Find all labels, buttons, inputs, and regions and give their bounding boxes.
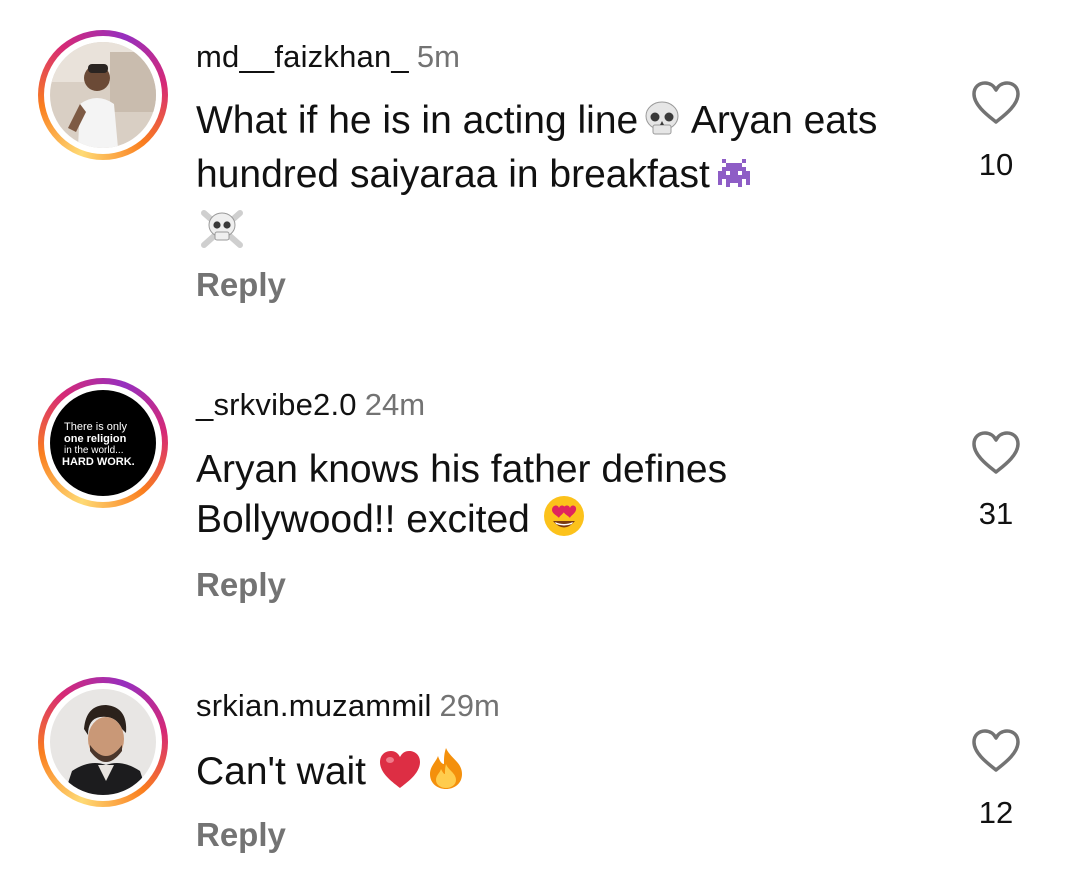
alien-monster-emoji [714,153,754,205]
heart-outline-icon [972,81,1020,124]
comment-text-part: What if he is in acting line [196,99,639,142]
comment-meta: srkian.muzammil 29m [196,686,500,726]
avatar-story-ring[interactable]: There is only one religion in the world.… [38,378,168,508]
heart-outline-icon [972,729,1020,772]
avatar-quote-image: There is only one religion in the world.… [50,390,156,496]
comment-meta: _srkvibe2.0 24m [196,385,425,425]
heart-eyes-emoji [542,494,586,550]
comment-text-part: Aryan knows his father defines Bollywood… [196,448,728,541]
like-button[interactable] [966,728,1026,774]
username[interactable]: _srkvibe2.0 [196,387,357,422]
avatar[interactable] [50,42,156,148]
like-count: 31 [978,496,1014,531]
avatar-quote-line: one religion [64,433,127,445]
red-heart-emoji [378,750,422,802]
reply-button[interactable]: Reply [196,565,286,605]
comment-meta: md__faizkhan_ 5m [196,37,460,77]
like-button[interactable] [966,430,1026,476]
skull-crossbones-emoji [196,205,248,263]
avatar-photo [50,689,156,795]
skull-emoji [642,99,682,151]
avatar-story-ring[interactable] [38,677,168,807]
like-count: 12 [978,795,1014,830]
reply-button[interactable]: Reply [196,815,286,855]
timestamp: 29m [439,688,500,723]
avatar-quote-line: in the world... [64,445,123,456]
like-count: 10 [978,147,1014,182]
like-button[interactable] [966,80,1026,126]
comment-text: Can't wait [196,746,916,802]
avatar[interactable]: There is only one religion in the world.… [50,390,156,496]
avatar-quote-line: There is only [64,421,127,433]
timestamp: 5m [416,39,460,74]
heart-outline-icon [972,431,1020,474]
avatar-quote-line: HARD WORK. [62,456,135,468]
username[interactable]: srkian.muzammil [196,688,432,723]
timestamp: 24m [364,387,426,422]
fire-emoji [426,746,466,802]
username[interactable]: md__faizkhan_ [196,39,409,74]
avatar[interactable] [50,689,156,795]
reply-button[interactable]: Reply [196,265,286,305]
avatar-photo [50,42,156,148]
avatar-story-ring[interactable] [38,30,168,160]
comment-text: Aryan knows his father defines Bollywood… [196,446,916,550]
comment-text: What if he is in acting line Aryan eats … [196,97,916,263]
comment-text-part: Can't wait [196,750,367,793]
